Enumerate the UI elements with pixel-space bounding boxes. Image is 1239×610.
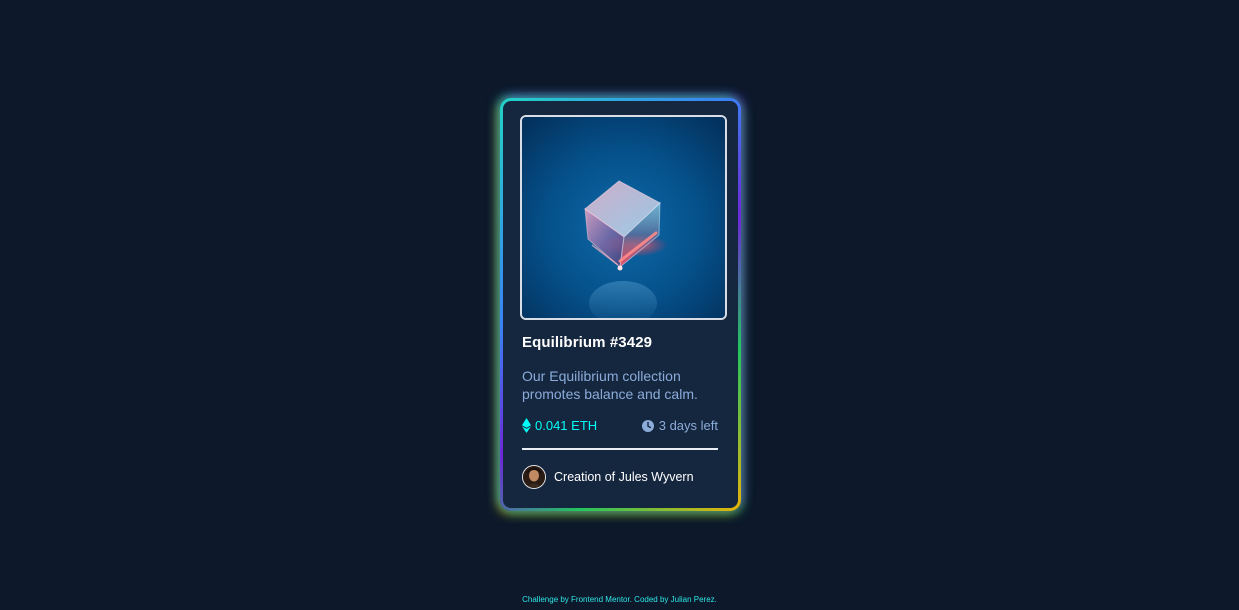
creator-text[interactable]: Creation of Jules Wyvern [554,470,694,484]
glass-cube-image [522,117,725,318]
time-left-value: 3 days left [658,418,718,433]
nft-card: Equilibrium #3429 Our Equilibrium collec… [503,101,738,508]
price-value: 0.041 ETH [535,418,598,433]
clock-icon [641,419,654,432]
avatar [522,465,546,489]
divider [522,448,718,450]
nft-title[interactable]: Equilibrium #3429 [522,334,652,351]
time-remaining: 3 days left [641,418,718,433]
price-row: 0.041 ETH 3 days left [522,418,718,436]
nft-image[interactable] [520,115,727,320]
attribution[interactable]: Challenge by Frontend Mentor. Coded by J… [0,595,1239,604]
creator: Creation of Jules Wyvern [522,465,694,489]
nft-description: Our Equilibrium collection promotes bala… [522,368,698,402]
ethereum-icon [522,418,531,433]
price: 0.041 ETH [522,418,597,433]
nft-card-frame: Equilibrium #3429 Our Equilibrium collec… [500,98,741,511]
